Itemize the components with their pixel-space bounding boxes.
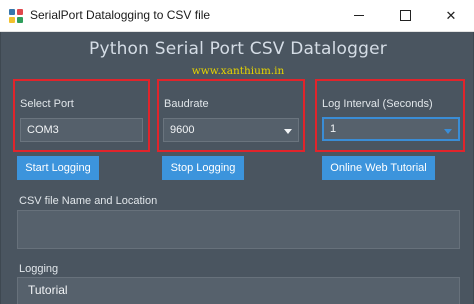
- app-body: Python Serial Port CSV Datalogger www.xa…: [0, 32, 474, 304]
- baudrate-group: Baudrate 9600: [157, 79, 305, 152]
- page-title: Python Serial Port CSV Datalogger: [89, 39, 387, 59]
- baudrate-value: 9600: [170, 124, 195, 136]
- baudrate-label: Baudrate: [164, 98, 209, 110]
- port-input[interactable]: COM3: [20, 118, 143, 142]
- csv-path-input[interactable]: [17, 210, 460, 249]
- app-icon: [9, 9, 23, 23]
- log-interval-label: Log Interval (Seconds): [322, 98, 433, 110]
- log-interval-select[interactable]: 1: [322, 117, 460, 141]
- chevron-down-icon: [284, 129, 292, 134]
- stop-logging-button[interactable]: Stop Logging: [162, 156, 244, 180]
- minimize-button[interactable]: [336, 0, 382, 31]
- chevron-down-icon: [444, 129, 452, 134]
- log-interval-value: 1: [330, 123, 337, 135]
- window-titlebar: SerialPort Datalogging to CSV file ✕: [0, 0, 474, 32]
- csv-label: CSV file Name and Location: [19, 195, 158, 207]
- port-label: Select Port: [20, 98, 74, 110]
- logging-label: Logging: [19, 263, 59, 275]
- close-button[interactable]: ✕: [428, 0, 474, 31]
- online-tutorial-button[interactable]: Online Web Tutorial: [322, 156, 435, 180]
- log-interval-group: Log Interval (Seconds) 1: [315, 79, 465, 152]
- baudrate-select[interactable]: 9600: [163, 118, 299, 142]
- logging-text: Tutorial: [28, 283, 68, 297]
- window-title: SerialPort Datalogging to CSV file: [30, 8, 211, 22]
- start-logging-button[interactable]: Start Logging: [17, 156, 99, 180]
- port-group: Select Port COM3: [13, 79, 150, 152]
- logging-output[interactable]: Tutorial: [17, 277, 460, 304]
- website-link: www.xanthium.in: [191, 65, 285, 77]
- maximize-button[interactable]: [382, 0, 428, 31]
